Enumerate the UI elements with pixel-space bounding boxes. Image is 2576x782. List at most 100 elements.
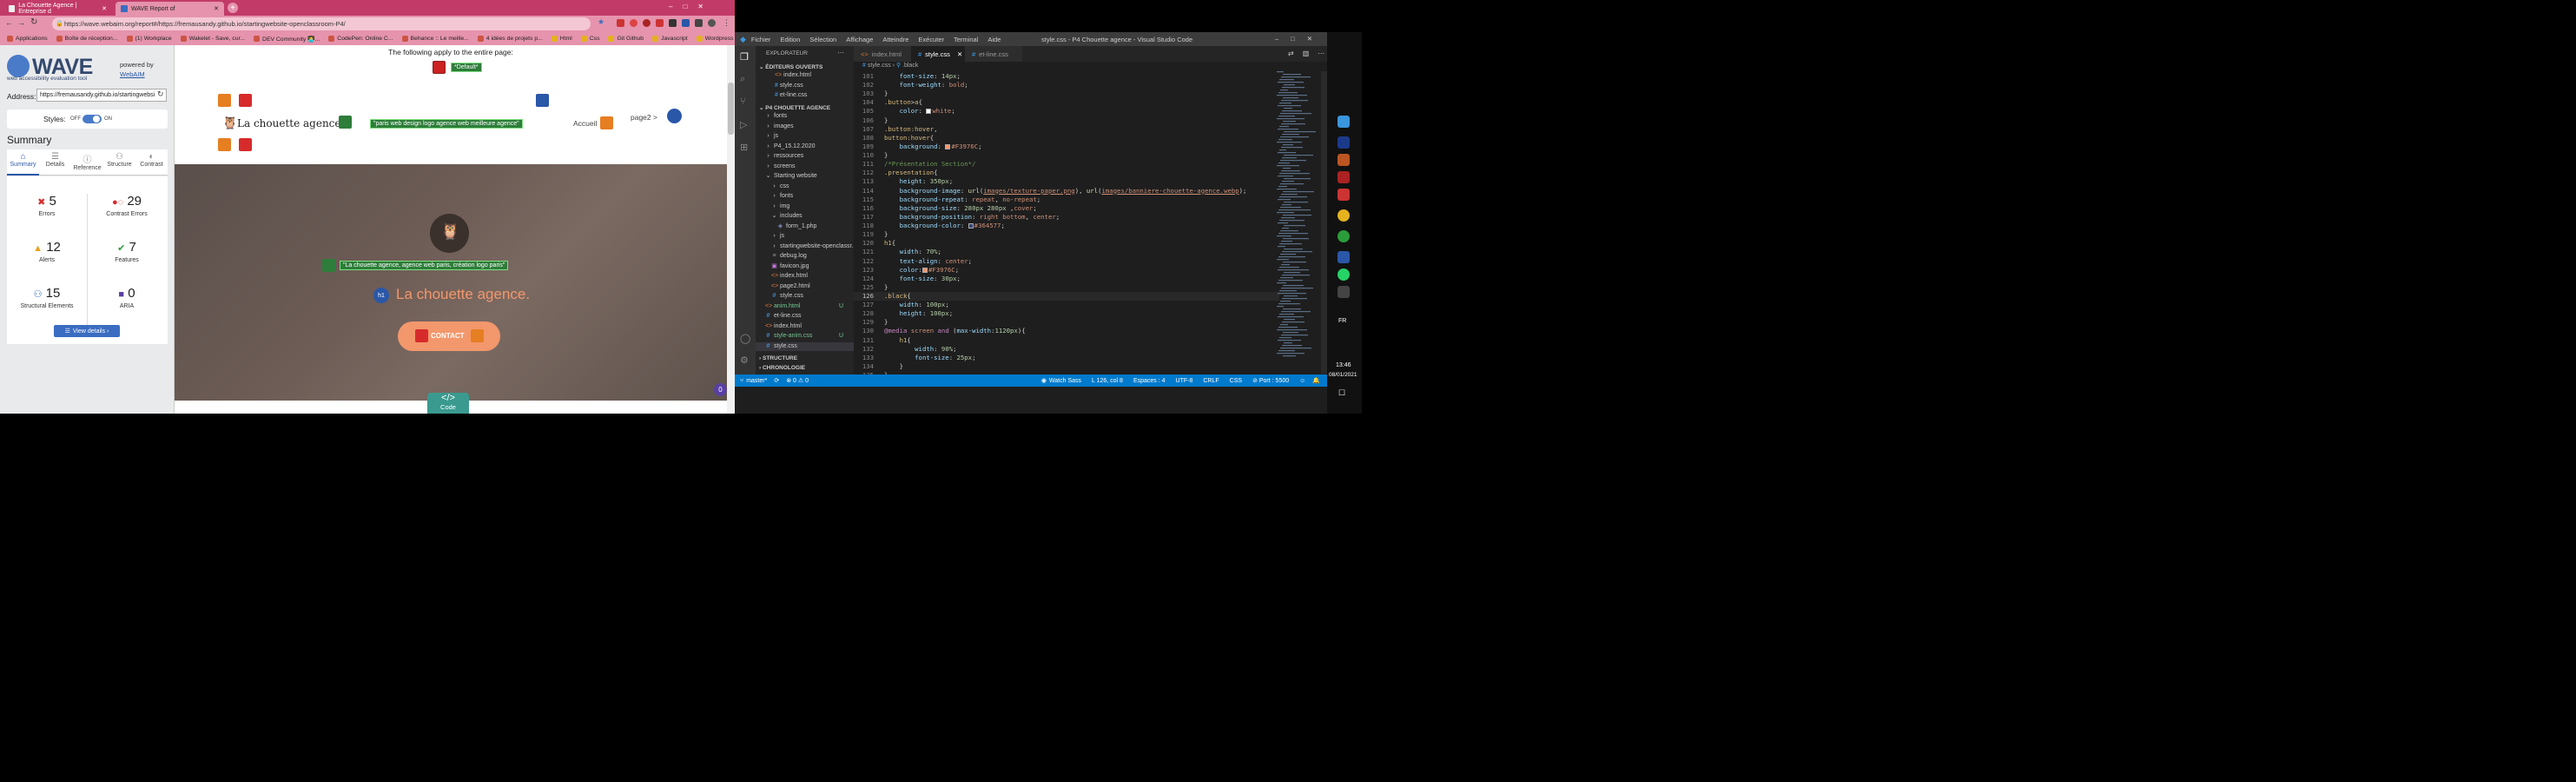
default-badge[interactable]: *Default* bbox=[451, 63, 482, 72]
new-tab-button[interactable]: + bbox=[228, 3, 238, 13]
code-line[interactable]: 114 background-image: url(images/texture… bbox=[854, 187, 1279, 196]
alt-feature-icon[interactable] bbox=[339, 116, 352, 129]
sync-icon[interactable]: ⟳ bbox=[774, 377, 779, 384]
code-line[interactable]: 128 height: 100px; bbox=[854, 309, 1279, 318]
code-line[interactable]: 106} bbox=[854, 116, 1279, 125]
clock-time[interactable]: 13:46 bbox=[1336, 362, 1351, 368]
url-bar[interactable]: 🔒 https://wave.webaim.org/report#/https:… bbox=[52, 17, 591, 30]
extensions-icon[interactable]: ⊞ bbox=[740, 142, 748, 153]
code-line[interactable]: 102 font-weight: bold; bbox=[854, 81, 1279, 89]
bookmark-item[interactable]: Behance :: Le meille... bbox=[401, 36, 469, 42]
menu-item[interactable]: Terminal bbox=[954, 36, 978, 43]
tree-item[interactable]: ◈ form_1.php bbox=[756, 222, 854, 232]
code-line[interactable]: 134 } bbox=[854, 362, 1279, 371]
tree-item[interactable]: › images bbox=[756, 123, 854, 132]
encoding[interactable]: UTF-8 bbox=[1176, 378, 1193, 384]
indentation[interactable]: Espaces : 4 bbox=[1133, 378, 1166, 384]
tree-item[interactable]: # style.css bbox=[756, 341, 854, 351]
git-branch[interactable]: master* bbox=[746, 378, 767, 384]
tree-item[interactable]: <> index.html bbox=[756, 322, 854, 332]
code-line[interactable]: 133 font-size: 25px; bbox=[854, 354, 1279, 362]
tree-item[interactable]: <> page2.html bbox=[756, 282, 854, 292]
bookmark-item[interactable]: Css bbox=[580, 36, 599, 42]
files-icon[interactable]: ❐ bbox=[740, 51, 749, 63]
code-line[interactable]: 123 color: #F3976C; bbox=[854, 266, 1279, 275]
bookmark-item[interactable]: Wordpress bbox=[696, 36, 733, 42]
code-line[interactable]: 120 h1{ bbox=[854, 239, 1279, 248]
gear-icon[interactable]: ⚙ bbox=[740, 355, 749, 366]
code-line[interactable]: 127 width: 100px; bbox=[854, 301, 1279, 309]
code-line[interactable]: 107 .button:hover, bbox=[854, 125, 1279, 134]
stat-alerts[interactable]: ▲ 12 Alerts bbox=[7, 240, 87, 286]
bookmark-item[interactable]: Git Github bbox=[608, 36, 644, 42]
menu-item[interactable]: Exécuter bbox=[918, 36, 944, 43]
alert-link-icon[interactable] bbox=[600, 116, 613, 129]
editor-tab[interactable]: <> index.html bbox=[854, 46, 911, 62]
tree-item[interactable]: › js bbox=[756, 132, 854, 142]
taskbar-app-icon[interactable] bbox=[1338, 209, 1350, 222]
open-file[interactable]: # et-line.css bbox=[756, 92, 854, 103]
editor-tab[interactable]: # et-line.css bbox=[965, 46, 1022, 62]
code-line[interactable]: 129} bbox=[854, 318, 1279, 327]
globe-error-icon[interactable] bbox=[433, 61, 446, 74]
stat-features[interactable]: ✔ 7 Features bbox=[87, 240, 167, 286]
code-line[interactable]: 105 color: white; bbox=[854, 107, 1279, 116]
bookmark-item[interactable]: Applications bbox=[7, 36, 48, 42]
tree-item[interactable]: # style.css bbox=[756, 292, 854, 302]
taskbar-app-icon[interactable] bbox=[1338, 116, 1350, 128]
extension-icons[interactable] bbox=[617, 19, 716, 27]
code-line[interactable]: 116 background-size: 280px 280px ,cover; bbox=[854, 204, 1279, 213]
alt-text-logo[interactable]: "paris web design logo agence web meille… bbox=[370, 119, 523, 129]
code-line[interactable]: 126 .black{ bbox=[854, 292, 1279, 302]
clock-date[interactable]: 08/01/2021 bbox=[1329, 372, 1357, 378]
tab-contrast[interactable]: ◐ Contrast bbox=[135, 149, 168, 176]
alt-feature-icon[interactable] bbox=[322, 259, 335, 272]
browser-tab[interactable]: La Chouette Agence | Entreprise d ✕ bbox=[3, 2, 112, 16]
address-input[interactable]: https://fremausandy.github.io/startingwe… bbox=[36, 89, 167, 102]
code-line[interactable]: 131 h1{ bbox=[854, 336, 1279, 345]
error-icon[interactable] bbox=[415, 329, 428, 342]
alert-link-icon[interactable] bbox=[471, 329, 484, 342]
h1-structure-icon[interactable]: h1 bbox=[373, 288, 389, 303]
bookmark-item[interactable]: Boîte de réception... bbox=[56, 36, 118, 42]
code-line[interactable]: 119} bbox=[854, 230, 1279, 239]
editor-actions[interactable]: ⇄ ▥ ⋯ bbox=[1288, 50, 1324, 57]
view-details-button[interactable]: ☰ View details › bbox=[54, 325, 120, 337]
close-icon[interactable]: ✕ bbox=[957, 50, 962, 58]
tab-reference[interactable]: ⓘ Reference bbox=[71, 149, 103, 176]
language-indicator[interactable]: FR bbox=[1338, 318, 1346, 324]
open-editors-header[interactable]: ⌄ ÉDITEURS OUVERTS bbox=[759, 63, 822, 70]
editor-tab-active[interactable]: # style.css ✕ bbox=[911, 46, 965, 62]
menu-kebab-icon[interactable]: ⋮ bbox=[723, 18, 730, 28]
taskbar-app-icon[interactable] bbox=[1338, 251, 1350, 263]
menu-item[interactable]: Edition bbox=[780, 36, 800, 43]
watch-sass[interactable]: Watch Sass bbox=[1049, 378, 1081, 384]
more-icon[interactable]: ⋯ bbox=[837, 49, 844, 56]
tab-details[interactable]: ☰ Details bbox=[39, 149, 71, 176]
search-icon[interactable]: ⌕ bbox=[740, 74, 745, 85]
menu-item[interactable]: Atteindre bbox=[882, 36, 908, 43]
bell-icon[interactable]: 🔔 bbox=[1312, 377, 1320, 384]
code-line[interactable]: 112 .presentation{ bbox=[854, 169, 1279, 177]
bookmark-item[interactable]: DEV Community 👩‍💻... bbox=[254, 36, 320, 43]
minimap[interactable] bbox=[1277, 71, 1320, 374]
browser-tab-active[interactable]: WAVE Report of ✕ bbox=[116, 2, 224, 16]
tree-item[interactable]: ▣ favicon.jpg bbox=[756, 262, 854, 272]
taskbar-app-icon[interactable] bbox=[1338, 154, 1350, 166]
notifications-icon[interactable]: ☐ bbox=[1338, 388, 1345, 398]
code-toggle-button[interactable]: </> Code bbox=[427, 393, 469, 414]
tree-item[interactable]: <> index.html bbox=[756, 272, 854, 282]
stat-contrast-errors[interactable]: ●◌ 29 Contrast Errors bbox=[87, 194, 167, 240]
bookmark-item[interactable]: Javascript bbox=[652, 36, 688, 42]
tree-item[interactable]: <> anim.html U bbox=[756, 302, 854, 312]
star-icon[interactable]: ★ bbox=[598, 17, 604, 27]
structure-header[interactable]: › STRUCTURE bbox=[759, 355, 797, 361]
stat-errors[interactable]: ✖ 5 Errors bbox=[7, 194, 87, 240]
bookmark-item[interactable]: CodePen: Online C... bbox=[328, 36, 393, 42]
open-file[interactable]: <> index.html bbox=[756, 72, 854, 83]
open-file[interactable]: # style.css bbox=[756, 83, 854, 93]
bookmark-item[interactable]: (1) Workplace bbox=[126, 36, 172, 42]
alert-text-icon[interactable] bbox=[218, 94, 231, 107]
code-line[interactable]: 122 text-align: center; bbox=[854, 257, 1279, 266]
code-line[interactable]: 109 background: #F3976C; bbox=[854, 142, 1279, 151]
